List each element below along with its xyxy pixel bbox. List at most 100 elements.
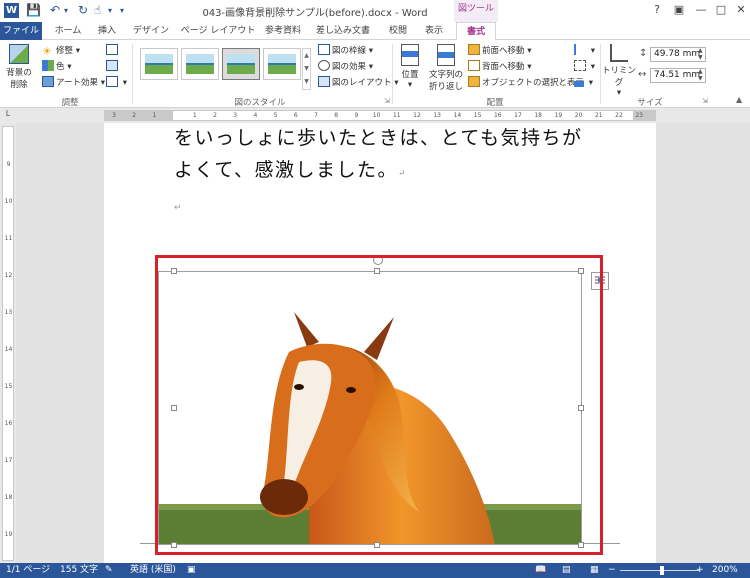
resize-handle-top[interactable]	[374, 268, 380, 274]
ruler-tick-label: 19	[4, 531, 13, 538]
gallery-down-icon[interactable]: ▼	[303, 62, 310, 75]
resize-handle-bottom-left[interactable]	[171, 542, 177, 548]
undo-dropdown-icon[interactable]: ▾	[64, 3, 68, 18]
maximize-icon[interactable]: □	[710, 2, 732, 18]
picture-style-2[interactable]	[181, 48, 219, 80]
ruler-tick-label: 17	[514, 112, 522, 119]
ruler-tick-label: 21	[594, 112, 603, 119]
crop-button[interactable]: トリミング ▾	[601, 44, 637, 98]
tab-review[interactable]: 校閲	[382, 22, 414, 40]
bring-forward-button[interactable]: 前面へ移動 ▾	[468, 44, 531, 58]
web-layout-icon[interactable]: ▦	[590, 563, 599, 578]
picture-border-button[interactable]: 図の枠線 ▾	[318, 44, 373, 58]
gallery-more-icon[interactable]: ▼	[303, 75, 310, 88]
tab-mailings[interactable]: 差し込み文書	[308, 22, 378, 40]
tab-references[interactable]: 参考資料	[258, 22, 308, 40]
picture-effects-button[interactable]: 図の効果 ▾	[318, 60, 373, 74]
rotate-handle[interactable]	[373, 255, 383, 265]
reset-picture-button[interactable]: ▾	[106, 76, 127, 90]
undo-icon[interactable]: ↶	[50, 3, 60, 18]
tab-view[interactable]: 表示	[418, 22, 450, 40]
gallery-scroll[interactable]: ▲ ▼ ▼	[302, 48, 311, 90]
style-preview	[186, 54, 214, 74]
picture-style-3[interactable]	[222, 48, 260, 80]
change-picture-button[interactable]	[106, 60, 120, 74]
ruler-tick-label: 12	[4, 272, 13, 279]
language-indicator[interactable]: 英語 (米国)	[130, 563, 176, 578]
wrap-text-icon	[437, 44, 455, 66]
word-app-icon[interactable]: W	[4, 3, 19, 18]
touch-mode-icon[interactable]: ☝	[94, 3, 101, 18]
artistic-effects-button[interactable]: アート効果 ▾	[42, 76, 105, 90]
bring-forward-label: 前面へ移動	[482, 46, 525, 56]
horizontal-ruler[interactable]: 3 2 1 1 2 3 4 5 6 7 8 9 10 11 12 13 14 15 16 17 18 19 20 21 22 23	[104, 110, 656, 121]
minimize-icon[interactable]: —	[690, 2, 712, 18]
ruler-tick-label: 13	[433, 112, 441, 119]
print-layout-icon[interactable]: ▤	[562, 563, 571, 578]
save-icon[interactable]: 💾	[26, 3, 41, 18]
collapse-ribbon-icon[interactable]: ▲	[736, 95, 742, 104]
page-count[interactable]: 1/1 ページ	[6, 563, 50, 578]
resize-handle-bottom[interactable]	[374, 542, 380, 548]
horse-picture[interactable]	[158, 271, 582, 545]
send-backward-button[interactable]: 背面へ移動 ▾	[468, 60, 531, 74]
ruler-tick-label: 14	[4, 346, 13, 353]
word-count[interactable]: 155 文字	[60, 563, 98, 578]
tab-design[interactable]: デザイン	[126, 22, 176, 40]
color-button[interactable]: 色 ▾	[42, 60, 71, 74]
tab-page-layout[interactable]: ページ レイアウト	[178, 22, 258, 40]
resize-handle-top-right[interactable]	[578, 268, 584, 274]
wrap-text-button[interactable]: 文字列の 折り返し	[426, 44, 466, 92]
width-spinner-icon[interactable]: ▲ ▼	[698, 68, 703, 82]
tab-home[interactable]: ホーム	[48, 22, 88, 40]
group-button[interactable]: ▾	[574, 60, 595, 74]
ruler-tick-label: 3	[112, 112, 116, 119]
picture-style-4[interactable]	[263, 48, 301, 80]
compress-pictures-button[interactable]	[106, 44, 120, 58]
remove-background-label-1: 背景の	[6, 68, 32, 78]
zoom-out-icon[interactable]: −	[608, 563, 616, 578]
tab-insert[interactable]: 挿入	[90, 22, 124, 40]
picture-style-1[interactable]	[140, 48, 178, 80]
resize-handle-top-left[interactable]	[171, 268, 177, 274]
layout-options-icon[interactable]	[591, 272, 609, 290]
help-icon[interactable]: ?	[646, 2, 668, 18]
tab-format[interactable]: 書式	[456, 22, 496, 41]
selection-pane-button[interactable]: オブジェクトの選択と表示	[468, 76, 584, 90]
redo-icon[interactable]: ↻	[78, 3, 88, 18]
zoom-slider-thumb[interactable]	[660, 566, 664, 575]
style-preview	[145, 54, 173, 74]
rotate-button[interactable]: ▾	[574, 76, 593, 90]
body-text-line-1[interactable]: をいっしょに歩いたときは、とても気持ちが	[174, 123, 582, 150]
gallery-up-icon[interactable]: ▲	[303, 49, 310, 62]
wrap-text-label-1: 文字列の	[428, 70, 463, 80]
tab-selector[interactable]: L	[0, 109, 16, 123]
remove-background-button[interactable]: 背景の 削除	[4, 44, 34, 90]
styles-dialog-launcher-icon[interactable]: ⇲	[384, 97, 390, 105]
proofing-icon[interactable]: ✎	[105, 563, 113, 578]
height-spinner-icon[interactable]: ▲ ▼	[698, 47, 703, 61]
ruler-tick-label: 7	[314, 112, 318, 119]
ruler-tick-label: 11	[392, 112, 401, 119]
artistic-effects-icon	[42, 76, 54, 87]
picture-layout-button[interactable]: 図のレイアウト ▾	[318, 76, 398, 90]
position-button[interactable]: 位置 ▾	[396, 44, 424, 90]
resize-handle-left[interactable]	[171, 405, 177, 411]
vertical-ruler[interactable]: 9 10 11 12 13 14 15 16 17 18 19	[2, 126, 14, 561]
align-button[interactable]: ▾	[574, 44, 595, 58]
read-mode-icon[interactable]: 📖	[535, 563, 546, 578]
ribbon-display-icon[interactable]: ▣	[668, 2, 690, 18]
body-text-line-2[interactable]: よくて、感激しました。↵	[174, 155, 407, 182]
customize-toolbar-icon[interactable]: ▾	[120, 3, 124, 18]
corrections-button[interactable]: ☀ 修整 ▾	[42, 44, 80, 58]
close-icon[interactable]: ✕	[730, 2, 750, 18]
tab-file[interactable]: ファイル	[0, 22, 42, 40]
group-separator	[132, 44, 133, 104]
size-dialog-launcher-icon[interactable]: ⇲	[702, 97, 708, 105]
macro-recording-icon[interactable]: ▣	[187, 563, 196, 578]
touch-dropdown-icon[interactable]: ▾	[108, 3, 112, 18]
resize-handle-bottom-right[interactable]	[578, 542, 584, 548]
zoom-in-icon[interactable]: +	[696, 563, 704, 578]
resize-handle-right[interactable]	[578, 405, 584, 411]
zoom-level[interactable]: 200%	[712, 563, 738, 578]
